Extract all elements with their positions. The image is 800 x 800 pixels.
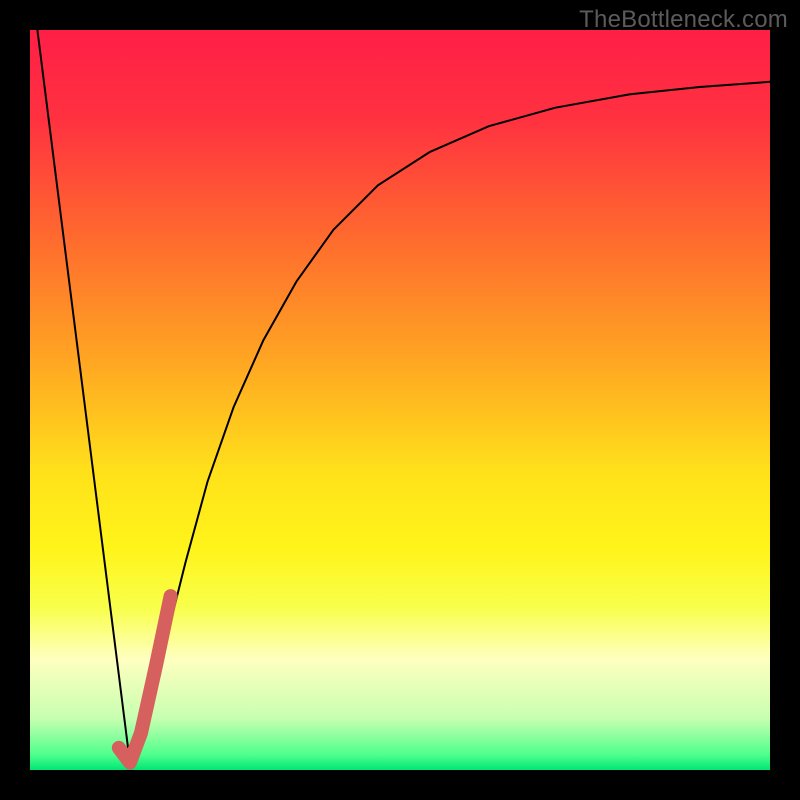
chart-plot [30, 30, 770, 770]
chart-svg [30, 30, 770, 770]
chart-frame: TheBottleneck.com [0, 0, 800, 800]
chart-background [30, 30, 770, 770]
